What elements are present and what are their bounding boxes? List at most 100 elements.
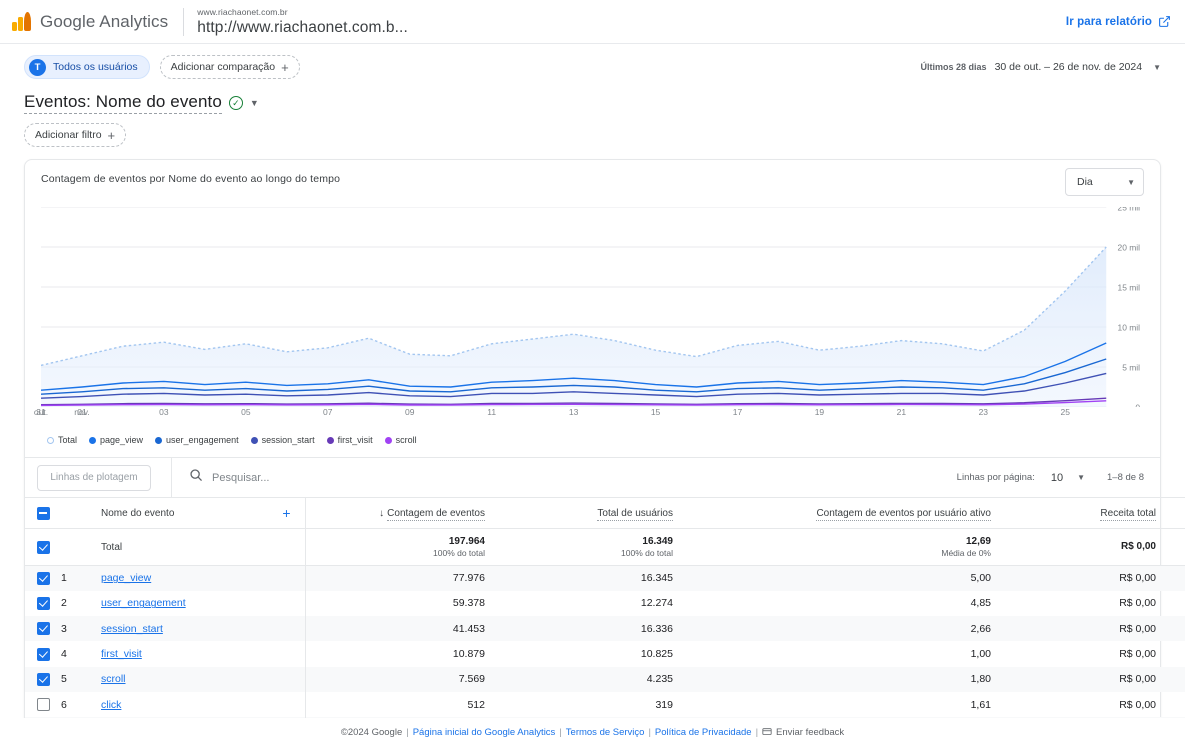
total-index-cell [61,529,87,566]
row-events-per-active-user: 2,66 [970,622,991,635]
external-link-icon[interactable] [1158,15,1171,28]
row-checkbox-cell [25,667,61,692]
chart-y-axis-labels: 05 mil10 mil15 mil20 mil25 mil [1118,207,1141,407]
divider [183,7,185,36]
row-event-name-link[interactable]: first_visit [101,648,142,660]
header-total-users-label: Total de usuários [597,507,673,521]
add-filter-button[interactable]: Adicionar filtro + [24,123,127,147]
row-actions-menu[interactable]: ⋮ [1174,641,1185,666]
chevron-down-icon[interactable]: ▼ [1077,473,1085,482]
svg-text:5 mil: 5 mil [1122,362,1140,372]
footer-link-terms[interactable]: Termos de Serviço [566,727,645,738]
row-checkbox[interactable] [36,647,50,661]
row-event-name-link[interactable]: session_start [101,623,163,635]
header-event-count-label: Contagem de eventos [387,507,485,521]
property-domain: www.riachaonet.com.br [197,7,288,17]
row-checkbox[interactable] [36,571,50,585]
table-row[interactable]: 1 page_view 77.976 16.345 5,00 R$ 0,00 ⋮ [25,565,1185,591]
row-checkbox-cell [25,616,61,641]
header-event-name-label: Nome do evento [101,507,175,519]
row-actions-menu[interactable]: ⋮ [1174,692,1185,717]
send-feedback-button[interactable]: Enviar feedback [762,727,844,738]
add-filter-label: Adicionar filtro [35,129,102,141]
row-total-revenue: R$ 0,00 [1119,597,1156,610]
row-event-name-link[interactable]: user_engagement [101,597,186,609]
legend-label: first_visit [337,435,373,445]
add-dimension-icon[interactable]: + [282,506,290,520]
plot-rows-button[interactable]: Linhas de plotagem [37,464,151,491]
audience-chip-all-users[interactable]: T Todos os usuários [24,55,150,79]
footer-link-home[interactable]: Página inicial do Google Analytics [413,727,556,738]
legend-label: scroll [395,435,417,445]
legend-item-page_view[interactable]: page_view [89,435,143,445]
rows-per-page-control: Linhas por página: 10 ▼ 1–8 de 8 [957,472,1160,484]
index-header [61,498,87,529]
total-row-checkbox[interactable] [36,540,50,554]
legend-item-scroll[interactable]: scroll [384,435,417,445]
table-row[interactable]: 6 click 512 319 1,61 R$ 0,00 ⋮ [25,691,1185,718]
chevron-down-icon: ▼ [1153,63,1161,72]
table-header-row: Nome do evento + ↓ Contagem de eventos To… [25,497,1185,529]
select-all-checkbox[interactable] [36,506,50,520]
row-index: 5 [61,673,67,686]
header-total-revenue[interactable]: Receita total [1009,498,1174,529]
legend-label: page_view [100,435,144,445]
legend-item-Total[interactable]: Total [47,435,77,445]
legend-item-session_start[interactable]: session_start [250,435,315,445]
header-event-name[interactable]: Nome do evento + [87,498,305,529]
add-comparison-button[interactable]: Adicionar comparação + [159,55,300,79]
legend-dot [384,436,392,444]
audience-chip-label: Todos os usuários [53,61,138,73]
row-event-name-link[interactable]: scroll [101,673,126,685]
row-event-name-cell: scroll [87,667,305,692]
chart-x-axis: 31 out. 01 nov. 03 05 07 09 11 13 15 17 19 21 23 25 [33,407,1070,417]
row-total-users: 10.825 [640,648,673,661]
row-checkbox[interactable] [36,596,50,610]
go-to-report-link[interactable]: Ir para relatório [1066,16,1152,28]
header-total-revenue-label: Receita total [1100,507,1156,521]
row-checkbox-cell [25,641,61,666]
header-events-per-active-user[interactable]: Contagem de eventos por usuário ativo [691,498,1009,529]
search-input[interactable] [212,471,512,484]
row-event-name-link[interactable]: click [101,699,121,711]
header-total-users[interactable]: Total de usuários [503,498,691,529]
row-actions-menu[interactable]: ⋮ [1174,566,1185,591]
row-total-users: 4.235 [646,673,673,686]
row-events-per-active-user: 4,85 [970,597,991,610]
header-events-per-active-user-label: Contagem de eventos por usuário ativo [816,507,991,521]
table-row[interactable]: 3 session_start 41.453 16.336 2,66 R$ 0,00 ⋮ [25,616,1185,642]
row-total-users: 12.274 [640,597,673,610]
row-total-revenue: R$ 0,00 [1119,572,1156,585]
rows-per-page-value[interactable]: 10 [1051,472,1063,484]
row-checkbox[interactable] [36,698,50,712]
table-row[interactable]: 5 scroll 7.569 4.235 1,80 R$ 0,00 ⋮ [25,666,1185,692]
row-event-name-link[interactable]: page_view [101,572,151,584]
legend-item-user_engagement[interactable]: user_engagement [155,435,239,445]
header-event-count[interactable]: ↓ Contagem de eventos [304,497,503,529]
table-row[interactable]: 2 user_engagement 59.378 12.274 4,85 R$ 0,00 ⋮ [25,590,1185,617]
date-range-picker[interactable]: Últimos 28 dias 30 de out. – 26 de nov. … [921,61,1161,73]
row-actions-menu[interactable]: ⋮ [1174,667,1185,692]
property-selector[interactable]: www.riachaonet.com.br http://www.riachao… [197,8,408,35]
row-checkbox[interactable] [36,672,50,686]
search-icon [189,468,203,487]
page-title[interactable]: Eventos: Nome do evento [24,92,222,114]
title-chevron-down-icon[interactable]: ▼ [250,98,259,108]
table-row[interactable]: 4 first_visit 10.879 10.825 1,00 R$ 0,00 ⋮ [25,641,1185,667]
date-range-value: 30 de out. – 26 de nov. de 2024 [994,61,1143,73]
granularity-value: Dia [1077,176,1093,188]
total-event-count-value: 197.964 [448,535,485,547]
chart-legend: Total page_view user_engagement session_sta… [25,429,1160,457]
legend-item-first_visit[interactable]: first_visit [326,435,373,445]
footer-separator: | [559,726,562,738]
row-checkbox[interactable] [36,622,50,636]
row-actions-menu[interactable]: ⋮ [1174,591,1185,616]
time-series-chart[interactable]: 05 mil10 mil15 mil20 mil25 mil [25,207,1160,407]
footer-link-privacy[interactable]: Política de Privacidade [655,727,752,738]
legend-dot [89,436,97,444]
row-event-name-cell: click [87,692,305,717]
sort-descending-icon: ↓ [379,507,385,519]
events-table: Nome do evento + ↓ Contagem de eventos To… [25,497,1185,746]
granularity-select[interactable]: Dia ▼ [1065,168,1144,196]
row-actions-menu[interactable]: ⋮ [1174,616,1185,641]
